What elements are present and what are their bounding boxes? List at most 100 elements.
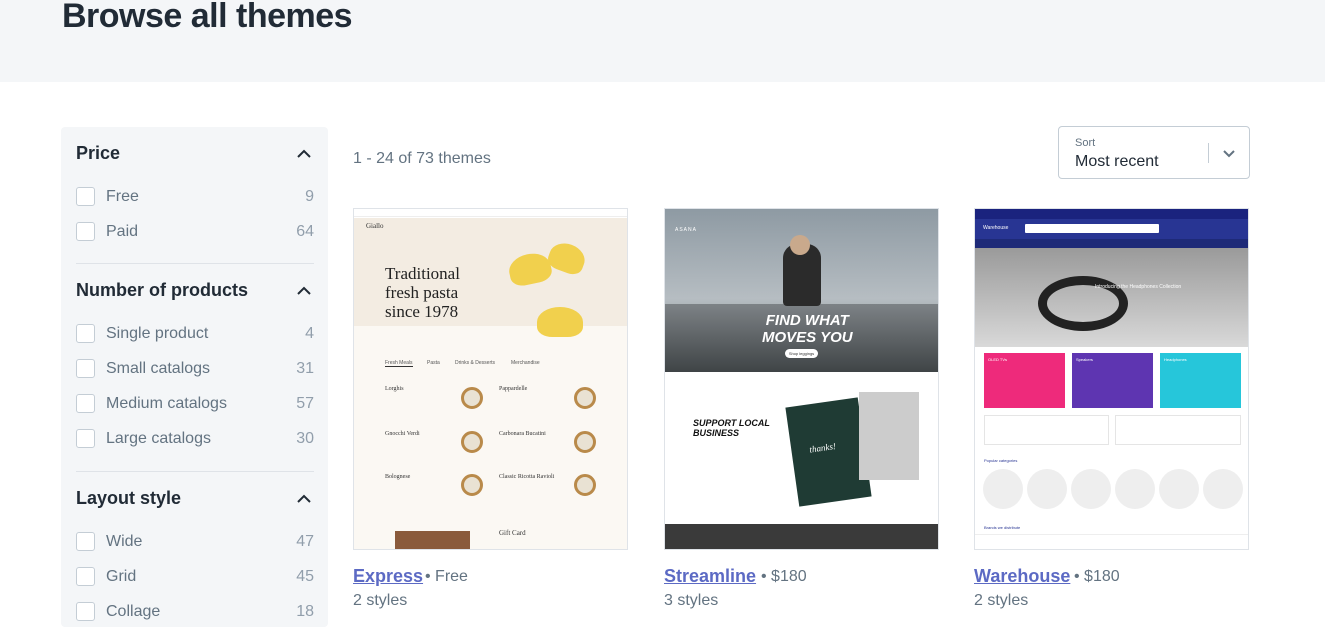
filter-option-wide[interactable]: Wide 47 xyxy=(76,524,314,559)
filter-option-single[interactable]: Single product 4 xyxy=(76,316,314,351)
filter-option-count: 64 xyxy=(296,222,314,240)
sort-divider xyxy=(1208,143,1209,163)
sort-value: Most recent xyxy=(1075,153,1159,170)
dish-image xyxy=(574,387,596,409)
filter-option-label: Grid xyxy=(106,567,137,585)
checkbox[interactable] xyxy=(76,359,95,378)
preview-button: Shop leggings xyxy=(785,349,818,358)
preview-section-title: Popular categories xyxy=(984,458,1018,463)
theme-preview-streamline[interactable]: ASANA FIND WHAT MOVES YOU Shop leggings … xyxy=(664,208,939,550)
dish-image xyxy=(461,431,483,453)
runner-head xyxy=(790,235,810,255)
filter-option-large[interactable]: Large catalogs 30 xyxy=(76,421,314,456)
preview-item: Carbonara Bucatini xyxy=(499,431,546,437)
filter-option-count: 45 xyxy=(296,567,314,585)
preview-section-title: Brands we distribute xyxy=(984,525,1021,530)
preview-announcement-bar xyxy=(354,209,627,217)
theme-preview-express[interactable]: Giallo Traditional fresh pasta since 197… xyxy=(353,208,628,550)
filter-header-layout[interactable]: Layout style xyxy=(76,472,314,524)
category-circle xyxy=(1027,469,1067,509)
checkbox[interactable] xyxy=(76,567,95,586)
chevron-up-icon[interactable] xyxy=(294,488,314,508)
pasta-illustration xyxy=(537,307,583,337)
theme-price: • $180 xyxy=(761,568,807,585)
filter-option-medium[interactable]: Medium catalogs 57 xyxy=(76,386,314,421)
theme-name-link[interactable]: Express xyxy=(353,566,423,587)
checkbox[interactable] xyxy=(76,394,95,413)
filter-option-count: 47 xyxy=(296,532,314,550)
preview-block: OLED TVs xyxy=(984,353,1065,408)
page-title: Browse all themes xyxy=(62,0,353,35)
category-circle xyxy=(1159,469,1199,509)
preview-item: Gnocchi Verdi xyxy=(385,431,420,437)
chevron-up-icon[interactable] xyxy=(294,280,314,300)
filter-option-label: Free xyxy=(106,187,139,205)
theme-styles: 3 styles xyxy=(664,592,719,609)
filter-option-count: 9 xyxy=(305,187,314,205)
preview-block: Speakers xyxy=(1072,353,1153,408)
storefront-image xyxy=(859,392,919,480)
chevron-down-icon[interactable] xyxy=(1219,143,1239,163)
theme-price: • $180 xyxy=(1074,568,1120,585)
filter-option-label: Medium catalogs xyxy=(106,394,227,412)
filter-option-small[interactable]: Small catalogs 31 xyxy=(76,351,314,386)
theme-price: • Free xyxy=(425,568,468,585)
filter-group-price: Price Free 9 Paid 64 xyxy=(76,127,314,264)
theme-name-link[interactable]: Warehouse xyxy=(974,566,1070,587)
preview-item: Gift Card xyxy=(499,529,526,537)
filter-option-count: 30 xyxy=(296,429,314,447)
preview-brand: Giallo xyxy=(366,222,384,230)
theme-card-streamline: ASANA FIND WHAT MOVES YOU Shop leggings … xyxy=(664,208,939,609)
theme-preview-warehouse[interactable]: Warehouse Introducing the Headphones Col… xyxy=(974,208,1249,550)
preview-support-heading: SUPPORT LOCAL BUSINESS xyxy=(693,418,770,438)
filter-header-products[interactable]: Number of products xyxy=(76,264,314,316)
filter-header-price[interactable]: Price xyxy=(76,127,314,179)
filter-option-count: 4 xyxy=(305,324,314,342)
preview-item: Pappardelle xyxy=(499,386,528,392)
filter-title-layout: Layout style xyxy=(76,487,182,508)
filter-option-label: Single product xyxy=(106,324,209,342)
dish-image xyxy=(574,474,596,496)
filter-group-layout: Layout style Wide 47 Grid 45 Collage 18 xyxy=(76,472,314,629)
theme-name-link[interactable]: Streamline xyxy=(664,566,756,587)
dish-image xyxy=(461,387,483,409)
preview-brand: ASANA xyxy=(675,227,697,233)
category-circle xyxy=(1115,469,1155,509)
preview-top-bar xyxy=(975,209,1248,219)
filter-option-label: Wide xyxy=(106,532,143,550)
theme-styles: 2 styles xyxy=(353,592,408,609)
preview-item: Bolognese xyxy=(385,474,411,480)
filter-option-grid[interactable]: Grid 45 xyxy=(76,559,314,594)
dish-image xyxy=(574,431,596,453)
preview-item: Lorghis xyxy=(385,386,404,392)
filter-option-collage[interactable]: Collage 18 xyxy=(76,594,314,629)
checkbox[interactable] xyxy=(76,187,95,206)
preview-tab: Merchandise xyxy=(511,360,540,366)
checkbox[interactable] xyxy=(76,222,95,241)
preview-tab: Drinks & Desserts xyxy=(455,360,496,366)
gift-card-image xyxy=(395,531,470,549)
checkbox[interactable] xyxy=(76,532,95,551)
filter-group-products: Number of products Single product 4 Smal… xyxy=(76,264,314,472)
filter-title-price: Price xyxy=(76,142,121,163)
filter-option-paid[interactable]: Paid 64 xyxy=(76,214,314,249)
preview-headline: Traditional fresh pasta since 1978 xyxy=(385,264,460,321)
filter-title-products: Number of products xyxy=(76,279,249,300)
category-circle xyxy=(1203,469,1243,509)
brand-logos-row xyxy=(975,534,1248,549)
checkbox[interactable] xyxy=(76,602,95,621)
category-circle xyxy=(983,469,1023,509)
filter-option-count: 31 xyxy=(296,359,314,377)
dish-image xyxy=(461,474,483,496)
checkbox[interactable] xyxy=(76,324,95,343)
sort-select[interactable]: Sort Most recent xyxy=(1058,126,1250,179)
preview-portrait-image xyxy=(665,524,938,549)
preview-tab: Pasta xyxy=(427,360,440,366)
chevron-up-icon[interactable] xyxy=(294,143,314,163)
filter-option-free[interactable]: Free 9 xyxy=(76,179,314,214)
filter-option-count: 57 xyxy=(296,394,314,412)
preview-nav: Warehouse xyxy=(975,219,1248,239)
results-count: 1 - 24 of 73 themes xyxy=(353,150,491,167)
preview-info-box xyxy=(1115,415,1241,445)
checkbox[interactable] xyxy=(76,429,95,448)
